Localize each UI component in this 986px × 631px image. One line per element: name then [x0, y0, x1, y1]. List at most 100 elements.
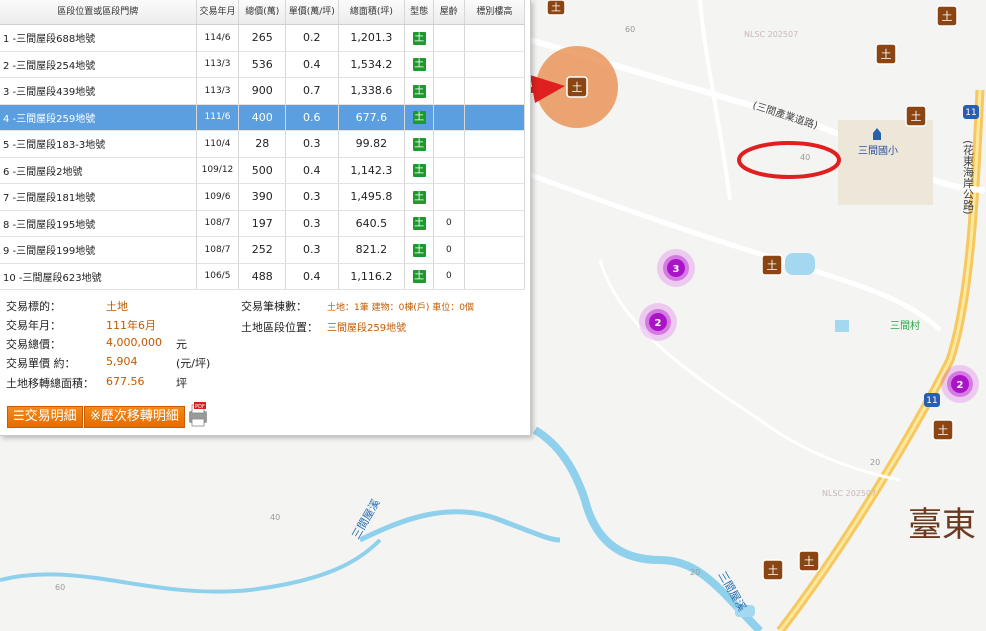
row-type: 土	[404, 263, 434, 290]
transaction-panel: 區段位置或區段門牌 交易年月 總價(萬) 單價(萬/坪) 總面積(坪) 型態 屋…	[0, 0, 531, 436]
row-location: 4 -三間屋段259地號	[0, 104, 197, 131]
pond-3	[835, 320, 849, 332]
land-marker[interactable]: 土	[875, 43, 897, 65]
contour-label: 40	[800, 153, 810, 162]
table-row[interactable]: 6 -三間屋段2地號 109/12 500 0.4 1,142.3 土	[0, 157, 526, 184]
row-total: 900	[238, 77, 287, 105]
row-date: 108/7	[196, 236, 240, 264]
row-location: 8 -三間屋段195地號	[0, 210, 197, 237]
land-type-icon: 土	[412, 164, 426, 178]
contour-label: 40	[270, 513, 280, 522]
col-unit[interactable]: 單價(萬/坪)	[285, 0, 339, 25]
table-row[interactable]: 10 -三間屋段623地號 106/5 488 0.4 1,116.2 土 0	[0, 263, 526, 290]
transaction-details-button[interactable]: ☰交易明細	[7, 406, 83, 428]
city-label: 臺東	[908, 505, 976, 545]
svg-text:土: 土	[768, 564, 779, 577]
land-type-icon: 土	[412, 111, 426, 125]
cluster-marker[interactable]: 2	[941, 365, 979, 403]
row-type: 土	[404, 104, 434, 131]
svg-text:2: 2	[957, 380, 964, 391]
row-floor	[464, 263, 526, 290]
watermark: NLSC 202507	[822, 489, 876, 498]
transaction-table: 區段位置或區段門牌 交易年月 總價(萬) 單價(萬/坪) 總面積(坪) 型態 屋…	[0, 0, 526, 290]
subject-label: 交易標的：	[6, 300, 61, 313]
col-location[interactable]: 區段位置或區段門牌	[0, 0, 197, 25]
cluster-marker[interactable]: 2	[639, 303, 677, 341]
table-row[interactable]: 8 -三間屋段195地號 108/7 197 0.3 640.5 土 0	[0, 210, 526, 237]
col-age[interactable]: 屋齡	[433, 0, 465, 25]
row-age: 0	[433, 263, 465, 290]
svg-text:土: 土	[881, 48, 892, 61]
row-total: 197	[238, 210, 287, 237]
area-label: 土地移轉總面積：	[6, 377, 94, 390]
col-type[interactable]: 型態	[404, 0, 434, 25]
row-unit: 0.3	[285, 183, 339, 211]
row-area: 99.82	[338, 130, 406, 158]
row-unit: 0.2	[285, 24, 339, 52]
land-type-icon: 土	[412, 190, 426, 204]
table-row[interactable]: 4 -三間屋段259地號 111/6 400 0.6 677.6 土	[0, 104, 526, 131]
svg-text:土: 土	[804, 555, 815, 568]
col-date[interactable]: 交易年月	[196, 0, 240, 25]
table-row[interactable]: 2 -三間屋段254地號 113/3 536 0.4 1,534.2 土	[0, 51, 526, 78]
row-unit: 0.3	[285, 130, 339, 158]
land-marker[interactable]: 土	[566, 76, 588, 98]
watermark: NLSC 202507	[744, 30, 798, 39]
land-type-icon: 土	[412, 31, 426, 45]
pdf-print-icon[interactable]: PDF	[186, 402, 210, 428]
contour-label: 20	[870, 458, 880, 467]
row-location: 7 -三間屋段181地號	[0, 183, 197, 211]
pond	[785, 253, 815, 275]
total-value: 4,000,000	[106, 336, 162, 349]
row-age	[433, 51, 465, 78]
table-row[interactable]: 5 -三間屋段183-3地號 110/4 28 0.3 99.82 土	[0, 130, 526, 158]
row-date: 109/12	[196, 157, 240, 184]
col-floor[interactable]: 標別樓高	[464, 0, 526, 25]
row-unit: 0.6	[285, 104, 339, 131]
unit-price-value: 5,904	[106, 355, 138, 368]
svg-text:土: 土	[767, 259, 778, 272]
row-type: 土	[404, 24, 434, 52]
row-total: 400	[238, 104, 287, 131]
land-type-icon: 土	[412, 270, 426, 284]
col-total[interactable]: 總價(萬)	[238, 0, 287, 25]
row-type: 土	[404, 51, 434, 78]
cluster-marker[interactable]: 3	[657, 249, 695, 287]
location-value: 三間屋段259地號	[327, 323, 407, 334]
row-date: 114/6	[196, 24, 240, 52]
row-floor	[464, 104, 526, 131]
table-row[interactable]: 3 -三間屋段439地號 113/3 900 0.7 1,338.6 土	[0, 77, 526, 105]
row-date: 113/3	[196, 51, 240, 78]
area-unit: 坪	[176, 377, 187, 390]
row-age: 0	[433, 210, 465, 237]
total-label: 交易總價：	[6, 338, 61, 351]
table-row[interactable]: 1 -三間屋段688地號 114/6 265 0.2 1,201.3 土	[0, 24, 526, 52]
row-floor	[464, 24, 526, 52]
land-marker[interactable]: 土	[762, 559, 784, 581]
highway-shield: 11	[924, 393, 940, 407]
row-age	[433, 157, 465, 184]
transfer-history-button[interactable]: ※歷次移轉明細	[84, 406, 185, 428]
row-total: 390	[238, 183, 287, 211]
row-type: 土	[404, 236, 434, 264]
land-type-icon: 土	[412, 84, 426, 98]
contour-label: 60	[625, 25, 635, 34]
row-type: 土	[404, 77, 434, 105]
land-type-icon: 土	[412, 58, 426, 72]
land-marker[interactable]: 土	[546, 0, 566, 16]
land-marker[interactable]: 土	[798, 550, 820, 572]
row-date: 110/4	[196, 130, 240, 158]
row-unit: 0.4	[285, 263, 339, 290]
table-row[interactable]: 7 -三間屋段181地號 109/6 390 0.3 1,495.8 土	[0, 183, 526, 211]
count-label: 交易筆棟數：	[241, 300, 307, 313]
village-label: 三間村	[890, 319, 920, 332]
svg-text:PDF: PDF	[195, 404, 205, 410]
col-area[interactable]: 總面積(坪)	[338, 0, 406, 25]
land-marker[interactable]: 土	[905, 105, 927, 127]
row-area: 1,338.6	[338, 77, 406, 105]
table-row[interactable]: 9 -三間屋段199地號 108/7 252 0.3 821.2 土 0	[0, 236, 526, 264]
land-marker[interactable]: 土	[761, 254, 783, 276]
land-marker[interactable]: 土	[932, 419, 954, 441]
land-marker[interactable]: 土	[936, 5, 958, 27]
row-area: 677.6	[338, 104, 406, 131]
